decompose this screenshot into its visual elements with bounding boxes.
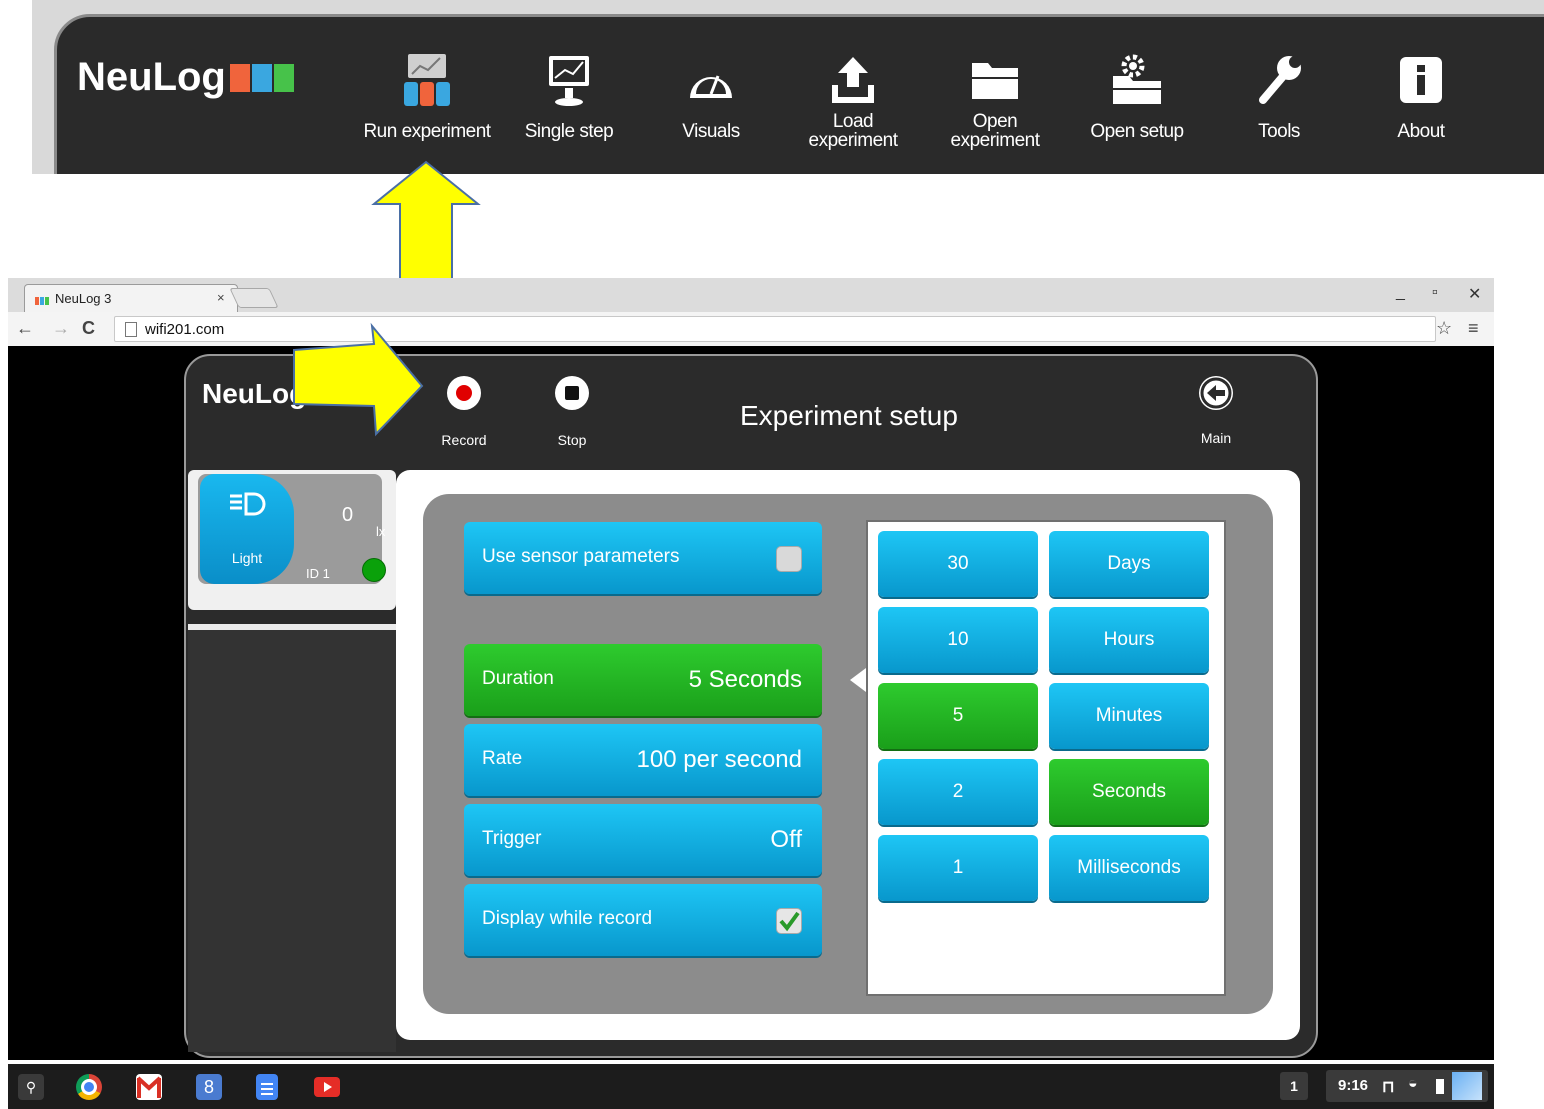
- close-window-button[interactable]: ✕: [1468, 284, 1481, 304]
- toolbar-open-experiment[interactable]: Open experiment: [925, 49, 1065, 151]
- user-avatar[interactable]: [1452, 1072, 1482, 1100]
- toolbar-run-experiment[interactable]: Run experiment: [357, 49, 497, 151]
- picker-number-2[interactable]: 2: [878, 759, 1038, 825]
- sensor-value: 0: [342, 504, 354, 526]
- os-taskbar: ⚲ 8 1 9:16 ⊓ ◒: [8, 1064, 1494, 1109]
- back-arrow-icon[interactable]: ←: [16, 318, 34, 339]
- record-icon: [447, 376, 481, 410]
- checkbox-unchecked[interactable]: [776, 546, 802, 572]
- address-bar-row: ← → C wifi201.com ☆ ≡: [8, 312, 1494, 347]
- wrench-icon: [1209, 49, 1349, 111]
- network-icon: ⊓: [1382, 1079, 1395, 1096]
- rate-button[interactable]: Rate 100 per second: [464, 724, 822, 796]
- new-tab-button[interactable]: [229, 288, 279, 308]
- toolbar-about[interactable]: About: [1351, 49, 1491, 151]
- main-button[interactable]: Main: [1182, 376, 1250, 446]
- duration-button[interactable]: Duration 5 Seconds: [464, 644, 822, 716]
- clock: 9:16: [1338, 1077, 1369, 1094]
- tab-close-button[interactable]: ×: [217, 290, 225, 305]
- toolbar-open-setup[interactable]: Open setup: [1067, 49, 1207, 151]
- trigger-button[interactable]: Trigger Off: [464, 804, 822, 876]
- headlight-icon: [230, 492, 266, 516]
- toolbar-tools[interactable]: Tools: [1209, 49, 1349, 151]
- notification-badge[interactable]: 1: [1280, 1072, 1308, 1100]
- neulog-favicon-icon: [35, 293, 49, 305]
- run-experiment-icon: [357, 49, 497, 111]
- record-button[interactable]: Record: [430, 376, 498, 448]
- picker-unit-hours[interactable]: Hours: [1049, 607, 1209, 673]
- picker-number-1[interactable]: 1: [878, 835, 1038, 901]
- main-toolbar: NeuLog Run experiment Single step Visual…: [54, 14, 1544, 174]
- bookmark-star-icon[interactable]: ☆: [1436, 318, 1452, 339]
- stop-button[interactable]: Stop: [538, 376, 606, 448]
- picker-unit-milliseconds[interactable]: Milliseconds: [1049, 835, 1209, 901]
- picker-number-5[interactable]: 5: [878, 683, 1038, 749]
- logo-blocks-icon: [229, 63, 294, 92]
- picker-number-10[interactable]: 10: [878, 607, 1038, 673]
- right-arrow-annotation: [293, 322, 424, 437]
- back-circle-icon: [1199, 376, 1233, 410]
- sensor-id: ID 1: [306, 566, 330, 581]
- youtube-icon[interactable]: [314, 1077, 340, 1097]
- page-icon: [125, 322, 137, 337]
- docs-icon[interactable]: [256, 1074, 278, 1100]
- gear-folder-icon: [1067, 49, 1207, 111]
- browser-tab[interactable]: NeuLog 3 ×: [24, 284, 238, 313]
- gauge-icon: [641, 49, 781, 111]
- minimize-button[interactable]: _: [1396, 284, 1405, 302]
- single-step-icon: [499, 49, 639, 111]
- menu-icon[interactable]: ≡: [1468, 318, 1479, 339]
- toolbar-visuals[interactable]: Visuals: [641, 49, 781, 151]
- picker-unit-seconds[interactable]: Seconds: [1049, 759, 1209, 825]
- checkbox-checked[interactable]: [776, 908, 802, 934]
- picker-unit-days[interactable]: Days: [1049, 531, 1209, 597]
- wifi-icon: ◒: [1408, 1075, 1418, 1092]
- display-while-record-toggle[interactable]: Display while record: [464, 884, 822, 956]
- sensor-button[interactable]: Light: [200, 474, 294, 584]
- sensor-list-empty-area: [188, 624, 396, 1052]
- toolbar-banner: NeuLog Run experiment Single step Visual…: [32, 0, 1544, 174]
- picker-number-30[interactable]: 30: [878, 531, 1038, 597]
- folder-icon: [925, 49, 1065, 111]
- gmail-icon[interactable]: [136, 1074, 162, 1100]
- up-arrow-annotation: [371, 160, 481, 283]
- google-plus-icon[interactable]: 8: [196, 1074, 222, 1100]
- info-icon: [1351, 49, 1491, 111]
- reload-icon[interactable]: C: [82, 318, 95, 339]
- restore-button[interactable]: ▫: [1432, 284, 1438, 302]
- upload-icon: [783, 49, 923, 111]
- use-sensor-parameters-toggle[interactable]: Use sensor parameters: [464, 522, 822, 594]
- light-sensor-module[interactable]: Light 0 lx ID 1: [198, 474, 386, 584]
- toolbar-single-step[interactable]: Single step: [499, 49, 639, 151]
- sensor-unit: lx: [376, 524, 386, 539]
- chrome-icon[interactable]: [76, 1074, 102, 1100]
- sensor-panel: Light 0 lx ID 1: [188, 470, 396, 610]
- browser-tab-strip: NeuLog 3 × _ ▫ ✕: [8, 278, 1494, 313]
- battery-icon: [1436, 1079, 1444, 1094]
- search-icon[interactable]: ⚲: [18, 1074, 44, 1100]
- checkmark-icon: [779, 911, 800, 932]
- picker-unit-minutes[interactable]: Minutes: [1049, 683, 1209, 749]
- neulog-logo: NeuLog: [77, 55, 294, 100]
- picker-pointer: [850, 668, 866, 692]
- toolbar-load-experiment[interactable]: Load experiment: [783, 49, 923, 151]
- page-title: Experiment setup: [740, 400, 958, 431]
- forward-arrow-icon[interactable]: →: [52, 318, 70, 339]
- stop-icon: [555, 376, 589, 410]
- system-tray[interactable]: 9:16 ⊓ ◒: [1326, 1070, 1488, 1102]
- status-led: [362, 558, 386, 582]
